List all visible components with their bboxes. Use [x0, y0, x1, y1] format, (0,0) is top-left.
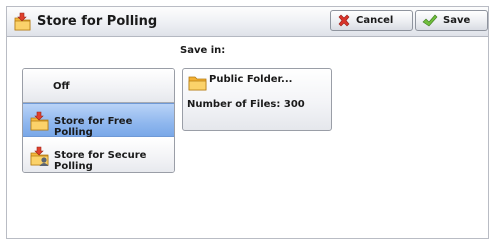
option-store-free-polling[interactable]: Store for Free Polling [23, 103, 174, 138]
polling-options-list: Off Store for Free Polling Store for Sec… [22, 68, 175, 173]
secure-polling-folder-icon [29, 145, 51, 167]
checkmark-icon [422, 14, 438, 26]
cancel-button-label: Cancel [356, 15, 394, 26]
option-free-polling-label: Store for Free Polling [54, 116, 133, 138]
public-folder-button[interactable]: Public Folder... Number of Files: 300 [182, 68, 332, 131]
save-button[interactable]: Save [415, 10, 488, 31]
save-button-label: Save [443, 15, 471, 26]
cancel-button[interactable]: Cancel [330, 10, 413, 31]
close-icon [338, 14, 350, 26]
free-polling-folder-icon [29, 110, 51, 132]
page-title: Store for Polling [37, 14, 158, 29]
option-secure-polling-label: Store for Secure Polling [54, 150, 147, 172]
title-bar: Store for Polling Cancel Save [7, 7, 488, 37]
save-in-label: Save in: [180, 45, 226, 56]
option-off[interactable]: Off [23, 69, 174, 103]
folder-name: Public Folder... [209, 74, 293, 85]
store-polling-icon [13, 12, 33, 32]
dialog-frame: Store for Polling Cancel Save Save in: O… [6, 6, 489, 239]
option-store-secure-polling[interactable]: Store for Secure Polling [23, 138, 174, 172]
option-off-label: Off [53, 81, 70, 92]
number-of-files: Number of Files: 300 [187, 99, 305, 110]
